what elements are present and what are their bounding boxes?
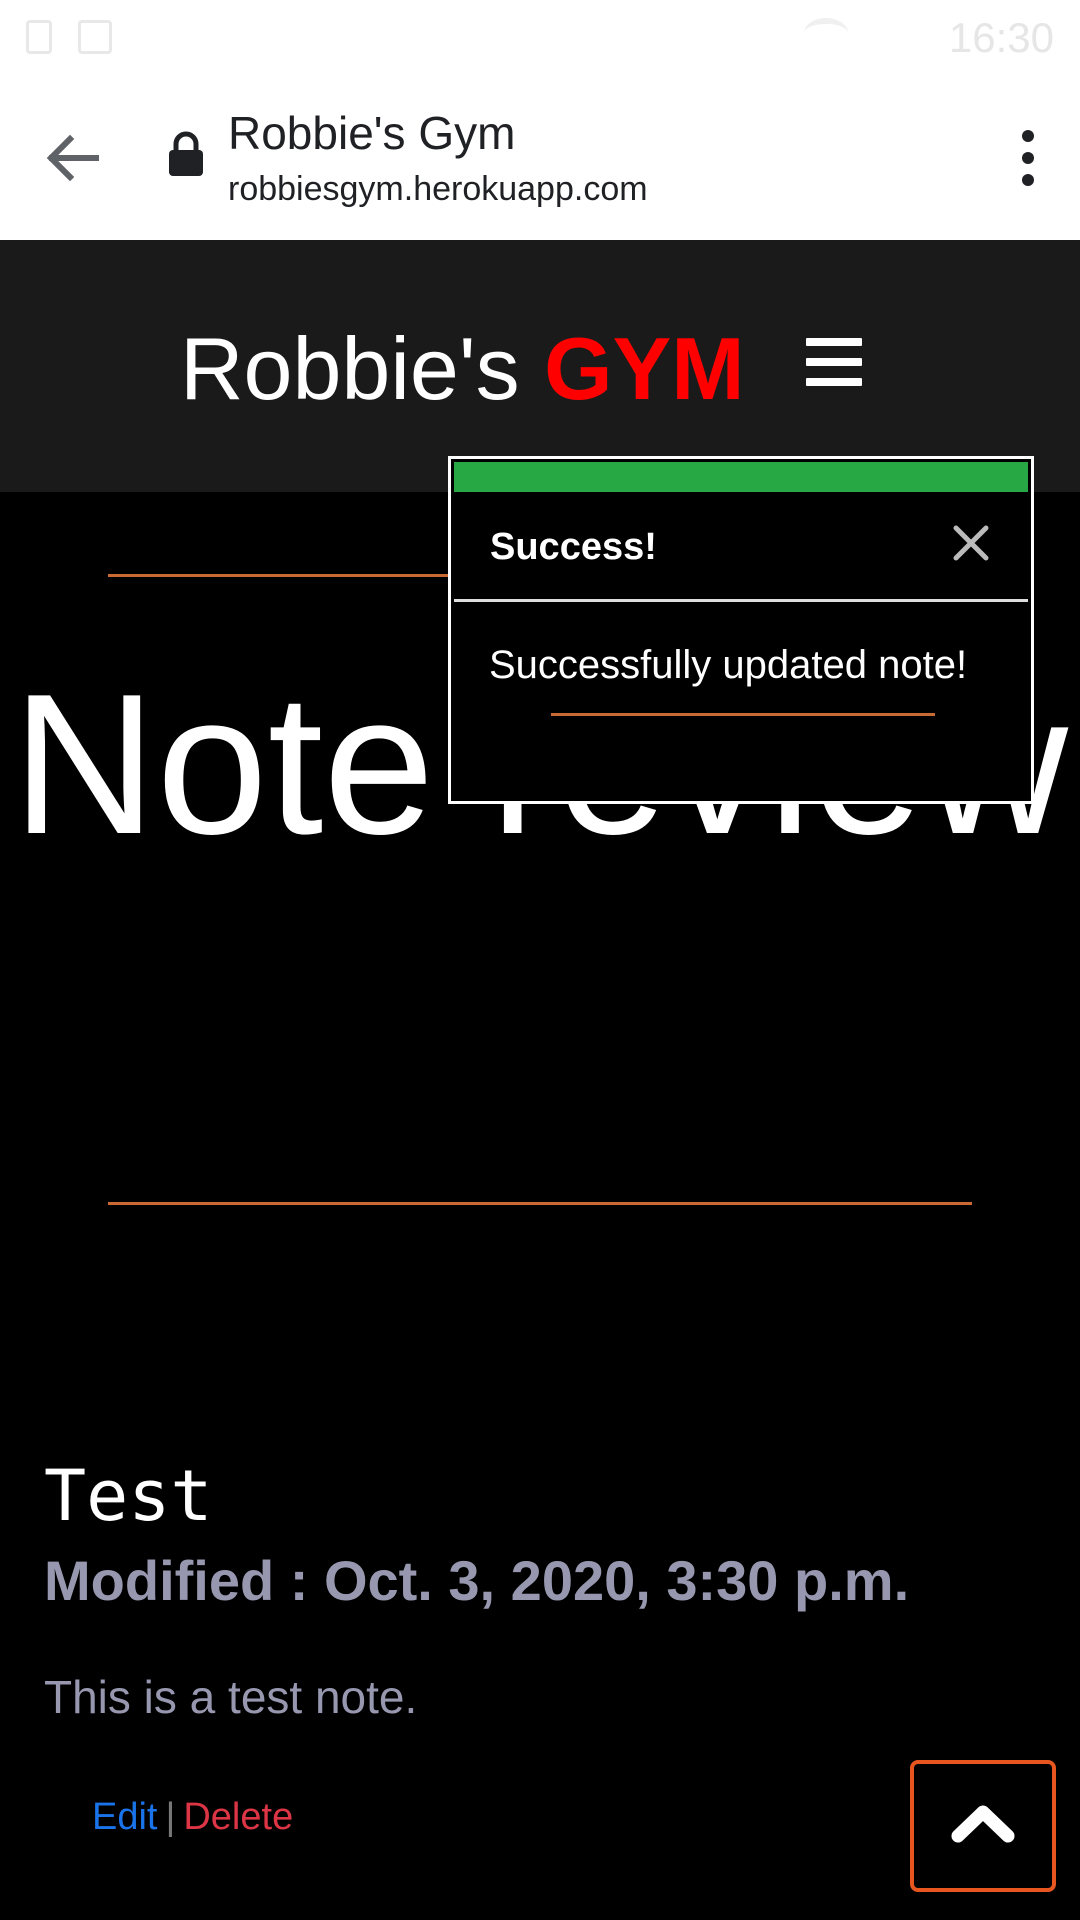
toast-header: Success! [454,492,1028,602]
note-title: Test [44,1455,213,1537]
toast-accent-bar [454,462,1028,492]
note-modified-date: Modified : Oct. 3, 2020, 3:30 p.m. [44,1549,910,1612]
image-icon [78,20,112,54]
hamburger-icon[interactable] [806,338,862,392]
lock-icon [166,131,206,177]
wifi-icon [804,18,848,48]
edit-link[interactable]: Edit [92,1796,157,1838]
notification-icon [26,20,52,54]
browser-toolbar: Robbie's Gym robbiesgym.herokuapp.com [0,76,1080,240]
site-header: Robbie's GYM [0,240,1080,492]
status-time: 16:30 [948,14,1054,61]
toast-divider [551,713,935,716]
delete-link[interactable]: Delete [183,1796,293,1838]
status-bar: 16:30 [0,0,1080,76]
more-vert-icon[interactable] [1006,128,1050,188]
browser-page-title[interactable]: Robbie's Gym [228,106,515,160]
brand-accent-text: GYM [544,319,745,418]
title-divider-bottom [108,1202,972,1205]
close-icon[interactable] [948,520,994,566]
toast-title: Success! [490,526,657,568]
note-body: This is a test note. [44,1671,418,1723]
back-arrow-icon[interactable] [40,126,104,190]
brand-main-text: Robbie's [180,319,545,418]
chevron-up-icon [951,1805,1015,1843]
action-separator: | [165,1796,176,1838]
toast-message: Successfully updated note! [489,643,968,687]
browser-url[interactable]: robbiesgym.herokuapp.com [228,170,648,209]
note-actions: Edit | Delete [92,1796,293,1839]
back-to-top-button[interactable] [910,1760,1056,1892]
success-toast: Success! Successfully updated note! [448,456,1034,804]
brand-logo[interactable]: Robbie's GYM [180,318,745,420]
